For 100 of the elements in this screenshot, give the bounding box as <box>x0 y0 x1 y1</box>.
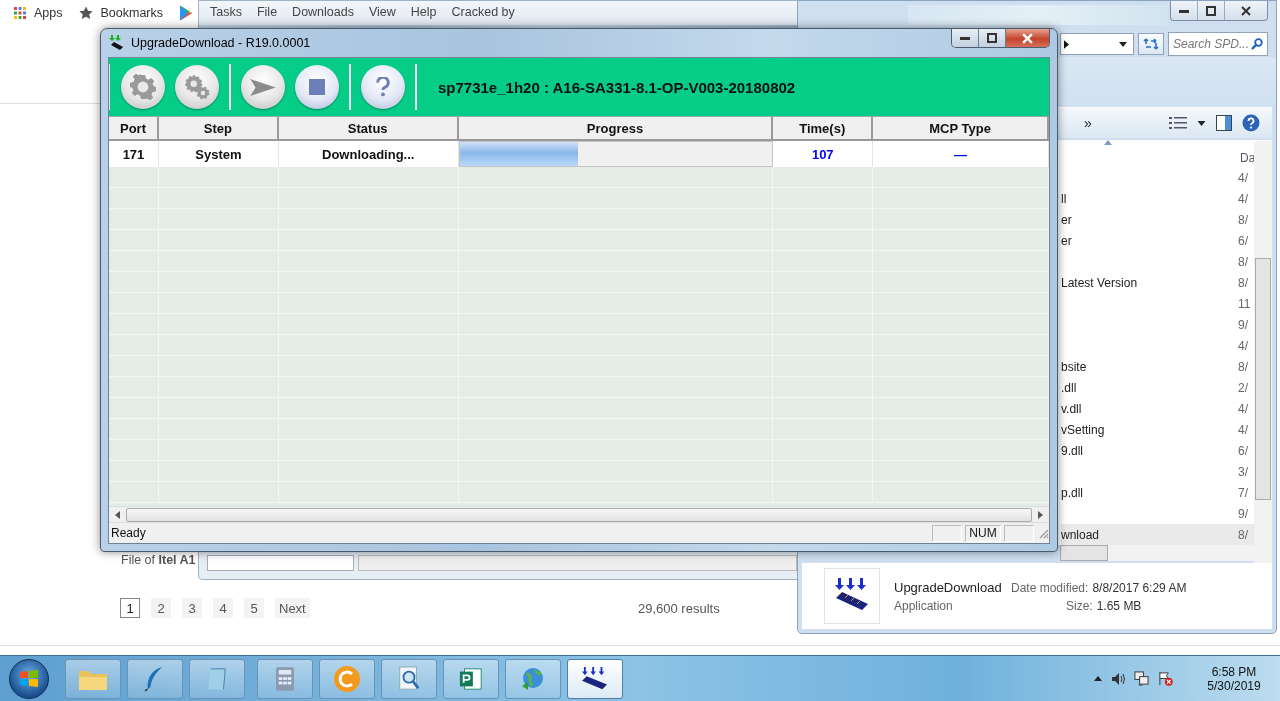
file-date: 8/ <box>1238 359 1248 374</box>
file-row[interactable]: vSetting 4/ <box>1061 419 1254 440</box>
taskbar-button[interactable] <box>567 658 623 699</box>
star-icon[interactable] <box>78 6 93 20</box>
show-hidden-icons-icon[interactable] <box>1094 676 1102 681</box>
toolbar-button[interactable] <box>121 65 165 109</box>
column-header[interactable]: Status <box>278 117 459 139</box>
page-link[interactable]: 5 <box>244 598 264 618</box>
scroll-left-icon[interactable] <box>115 510 120 519</box>
menu-item[interactable]: Tasks <box>210 5 242 25</box>
toolbar-button[interactable] <box>241 65 285 109</box>
speaker-icon[interactable] <box>1111 671 1125 686</box>
file-row[interactable]: 8/ <box>1061 251 1254 272</box>
file-name: .dll <box>1061 380 1078 395</box>
column-header[interactable]: Step <box>158 117 279 139</box>
search-icon[interactable] <box>1251 38 1263 50</box>
menu-item[interactable]: Cracked by <box>451 5 515 25</box>
bookmark-link[interactable]: Apps <box>34 6 63 20</box>
close-button[interactable] <box>1006 29 1049 47</box>
input-field[interactable] <box>207 555 354 571</box>
file-date: 9/ <box>1238 317 1248 332</box>
menu-item[interactable]: View <box>368 5 396 25</box>
menu-item[interactable]: Help <box>410 5 437 25</box>
table-cell: 171 <box>109 141 159 167</box>
scrollbar[interactable] <box>358 555 797 571</box>
network-icon[interactable] <box>1134 671 1149 686</box>
resize-grip-icon[interactable] <box>1037 527 1049 539</box>
scroll-right-icon[interactable] <box>1038 510 1043 519</box>
refresh-button[interactable] <box>1138 33 1164 55</box>
column-header[interactable]: Port <box>109 117 159 139</box>
file-row[interactable]: bsite 8/ <box>1061 356 1254 377</box>
file-row[interactable]: 9/ <box>1061 314 1254 335</box>
page-link[interactable]: 1 <box>120 598 140 618</box>
file-date: 8/ <box>1238 527 1248 542</box>
file-row[interactable]: 3/ <box>1061 461 1254 482</box>
search-field[interactable]: Search SPD... <box>1168 32 1268 56</box>
bookmark-link[interactable]: Bookmarks <box>100 6 164 20</box>
clock-time[interactable]: 6:58 PM <box>1211 664 1257 679</box>
minimize-button[interactable] <box>952 29 979 47</box>
dropdown-caret-icon[interactable] <box>1119 41 1127 47</box>
file-date: 4/ <box>1238 338 1248 353</box>
file-row[interactable]: 9/ <box>1061 503 1254 524</box>
file-date: 9/ <box>1238 506 1248 521</box>
page-link[interactable]: 3 <box>182 598 202 618</box>
file-row[interactable]: Latest Version 8/ <box>1061 272 1254 293</box>
file-row[interactable]: wnload 8/ <box>1061 524 1254 545</box>
file-name: UpgradeDownload <box>894 579 1003 595</box>
dropdown-caret-icon[interactable] <box>1197 120 1206 126</box>
close-icon <box>1022 32 1033 44</box>
play-store-icon[interactable] <box>179 5 194 21</box>
flag-error-icon[interactable] <box>1158 671 1173 686</box>
file-name: v.dll <box>1061 401 1083 416</box>
file-row[interactable]: 11 <box>1061 293 1254 314</box>
file-name: Latest Version <box>1061 275 1139 290</box>
apps-grid-icon[interactable] <box>14 7 26 19</box>
file-row[interactable]: ll 4/ <box>1061 188 1254 209</box>
column-header[interactable]: Time(s) <box>773 117 874 139</box>
file-date: 6/ <box>1238 233 1248 248</box>
toolbar-button[interactable] <box>295 65 339 109</box>
file-row[interactable]: .dll 2/ <box>1061 377 1254 398</box>
view-list-icon[interactable] <box>1169 116 1187 130</box>
file-row[interactable]: 4/ <box>1061 335 1254 356</box>
restore-icon <box>987 33 997 43</box>
table-cell: 107 <box>773 141 874 167</box>
minimize-icon <box>1179 8 1189 13</box>
file-row[interactable]: er 8/ <box>1061 209 1254 230</box>
file-row[interactable]: er 6/ <box>1061 230 1254 251</box>
address-field[interactable] <box>1060 33 1134 55</box>
page-link[interactable]: 4 <box>213 598 233 618</box>
file-name: wnload <box>1061 527 1101 542</box>
app-icon <box>109 35 125 51</box>
file-row[interactable]: p.dll 7/ <box>1061 482 1254 503</box>
file-name: vSetting <box>1061 422 1106 437</box>
toolbar-button[interactable] <box>361 65 405 109</box>
file-row[interactable]: v.dll 4/ <box>1061 398 1254 419</box>
scrollbar[interactable] <box>1254 141 1272 566</box>
circle-c-icon <box>334 665 360 692</box>
column-header[interactable]: Da <box>1240 151 1256 165</box>
help-icon[interactable] <box>1242 114 1260 132</box>
column-header[interactable]: MCP Type <box>873 117 1049 139</box>
toolbar-button[interactable] <box>175 65 219 109</box>
file-row[interactable]: 4/ <box>1061 167 1254 188</box>
scrollbar[interactable] <box>109 506 1049 522</box>
clock-date[interactable]: 5/30/2019 <box>1207 678 1261 693</box>
page-link[interactable]: 2 <box>151 598 171 618</box>
preview-pane-icon[interactable] <box>1216 115 1232 131</box>
column-header[interactable]: Progress <box>458 117 774 139</box>
magnifier-icon <box>397 665 421 692</box>
file-row[interactable]: 9.dll 6/ <box>1061 440 1254 461</box>
page-link[interactable]: Next <box>275 598 310 618</box>
file-name: bsite <box>1061 359 1088 374</box>
file-date: 4/ <box>1238 170 1248 185</box>
file-type: Application <box>894 598 954 613</box>
scrollbar[interactable] <box>1060 545 1254 561</box>
start-button[interactable] <box>9 658 49 699</box>
more-commands-button[interactable]: » <box>1084 115 1092 131</box>
menu-item[interactable]: File <box>256 5 278 25</box>
restore-button[interactable] <box>979 29 1006 47</box>
menu-item[interactable]: Downloads <box>292 5 354 25</box>
gear-icon <box>130 74 156 100</box>
